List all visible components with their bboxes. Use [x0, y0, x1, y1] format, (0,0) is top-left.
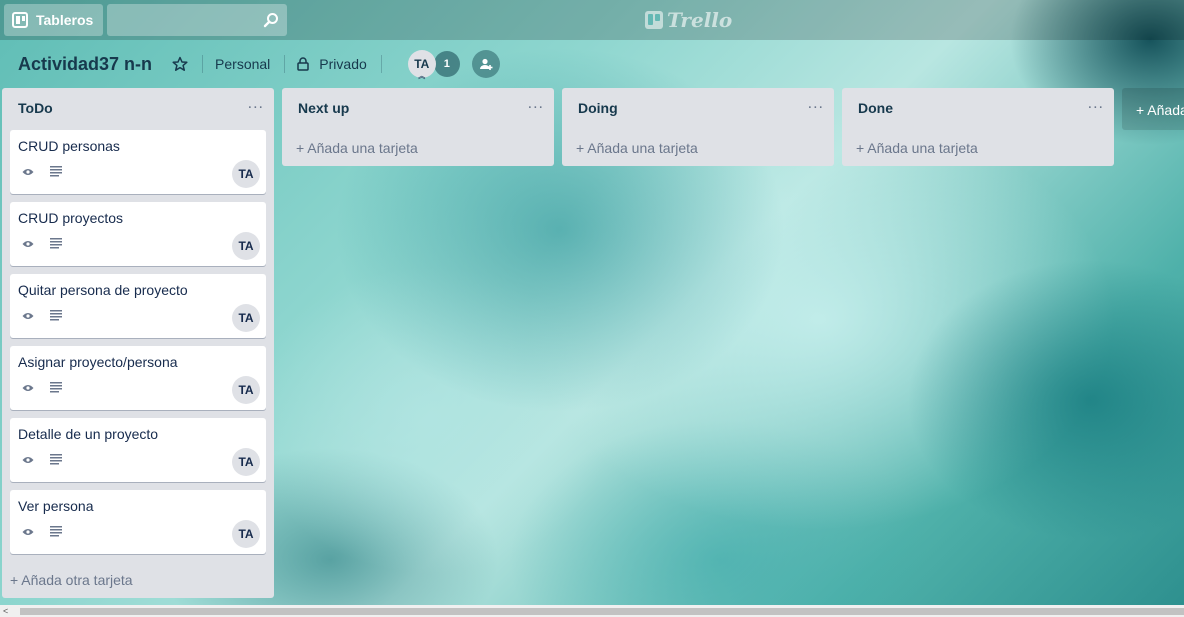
add-card-button[interactable]: + Añada una tarjeta: [296, 140, 418, 156]
description-icon: [50, 382, 62, 393]
admin-chevron-icon: ︽: [418, 73, 426, 80]
trello-logo[interactable]: Trello: [645, 8, 732, 32]
card-title: Asignar proyecto/persona: [18, 354, 178, 370]
member-count-badge[interactable]: 1: [433, 51, 460, 77]
add-card-button[interactable]: + Añada una tarjeta: [856, 140, 978, 156]
card-member-avatar[interactable]: TA: [232, 304, 260, 332]
card-member-avatar[interactable]: TA: [232, 160, 260, 188]
scroll-left-icon[interactable]: <: [3, 606, 8, 616]
member-avatar[interactable]: TA ︽: [407, 50, 436, 80]
list-header[interactable]: Next up ...: [282, 88, 554, 128]
card-title: CRUD personas: [18, 138, 120, 154]
card-member-avatar[interactable]: TA: [232, 376, 260, 404]
list-menu-button[interactable]: ...: [528, 96, 544, 112]
eye-icon: [22, 241, 34, 247]
card[interactable]: CRUD personas TA: [10, 130, 266, 194]
invite-member-button[interactable]: [471, 50, 500, 78]
eye-icon: [22, 313, 34, 319]
card[interactable]: Quitar persona de proyecto TA: [10, 274, 266, 338]
board-header: Actividad37 n-n Personal Privado TA ︽ 1: [0, 40, 1184, 88]
list-title[interactable]: ToDo: [18, 100, 53, 116]
list-header[interactable]: Doing ...: [562, 88, 834, 128]
header-divider: [284, 55, 286, 73]
search-icon[interactable]: [263, 12, 279, 28]
description-icon: [50, 454, 62, 465]
list-header[interactable]: Done ...: [842, 88, 1114, 128]
list-done: Done ... + Añada una tarjeta: [842, 88, 1114, 166]
list-next-up: Next up ... + Añada una tarjeta: [282, 88, 554, 166]
member-initials: TA: [414, 57, 430, 71]
list-header[interactable]: ToDo ...: [2, 88, 274, 128]
board-title[interactable]: Actividad37 n-n: [18, 54, 152, 75]
card[interactable]: Asignar proyecto/persona TA: [10, 346, 266, 410]
description-icon: [50, 526, 62, 537]
star-icon[interactable]: [172, 56, 188, 72]
scrollbar-thumb[interactable]: [20, 608, 1184, 615]
list-menu-button[interactable]: ...: [808, 96, 824, 112]
list-doing: Doing ... + Añada una tarjeta: [562, 88, 834, 166]
list-todo: ToDo ... CRUD personas TA CRUD proyectos…: [2, 88, 274, 598]
description-icon: [50, 238, 62, 249]
eye-icon: [22, 529, 34, 535]
trello-logo-icon: [645, 11, 663, 29]
card-title: Quitar persona de proyecto: [18, 282, 188, 298]
search-box[interactable]: [107, 4, 288, 36]
list-menu-button[interactable]: ...: [248, 96, 264, 112]
list-title[interactable]: Done: [858, 100, 893, 116]
add-card-button[interactable]: + Añada una tarjeta: [576, 140, 698, 156]
trello-logo-text: Trello: [667, 8, 733, 32]
boards-icon: [12, 12, 28, 28]
horizontal-scrollbar[interactable]: <: [0, 605, 1184, 617]
header-divider: [202, 55, 204, 73]
card[interactable]: Ver persona TA: [10, 490, 266, 554]
card-member-avatar[interactable]: TA: [232, 448, 260, 476]
boards-button[interactable]: Tableros: [4, 4, 104, 36]
card-title: Ver persona: [18, 498, 94, 514]
card-title: Detalle de un proyecto: [18, 426, 159, 442]
add-member-icon: [479, 58, 493, 70]
description-icon: [50, 166, 62, 177]
lock-icon: [297, 57, 310, 71]
team-button[interactable]: Personal: [215, 56, 270, 72]
list-menu-button[interactable]: ...: [1088, 96, 1104, 112]
card-title: CRUD proyectos: [18, 210, 124, 226]
card-member-avatar[interactable]: TA: [232, 232, 260, 260]
header-divider: [380, 55, 382, 73]
eye-icon: [22, 169, 34, 175]
visibility-button[interactable]: Privado: [319, 56, 366, 72]
add-card-button[interactable]: + Añada otra tarjeta: [10, 572, 133, 588]
top-bar: Tableros Trello: [0, 0, 1184, 40]
card[interactable]: Detalle de un proyecto TA: [10, 418, 266, 482]
search-input[interactable]: [107, 4, 288, 36]
eye-icon: [22, 385, 34, 391]
description-icon: [50, 310, 62, 321]
card[interactable]: CRUD proyectos TA: [10, 202, 266, 266]
boards-label: Tableros: [36, 12, 94, 28]
add-list-button[interactable]: + Añada: [1122, 88, 1184, 130]
list-title[interactable]: Doing: [578, 100, 618, 116]
list-title[interactable]: Next up: [298, 100, 349, 116]
eye-icon: [22, 457, 34, 463]
card-member-avatar[interactable]: TA: [232, 520, 260, 548]
